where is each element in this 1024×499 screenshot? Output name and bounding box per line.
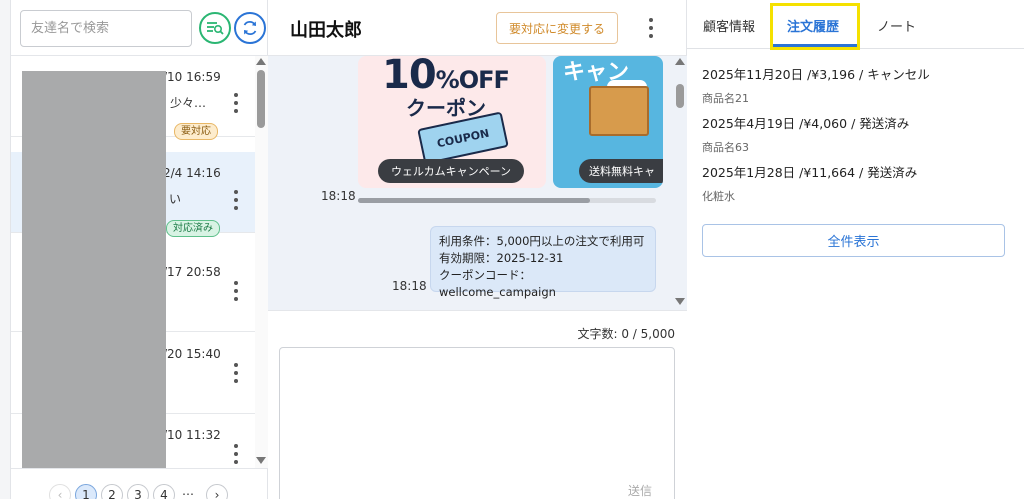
change-status-button[interactable]: 要対応に変更する: [496, 12, 618, 44]
refresh-button[interactable]: [234, 12, 266, 44]
status-badge: 要対応: [174, 123, 218, 140]
message-input[interactable]: [279, 347, 675, 499]
redacted-friend-names: [22, 71, 166, 468]
order-entry[interactable]: 2025年4月19日 /¥4,060 / 発送済み 商品名63: [702, 113, 909, 155]
order-entry[interactable]: 2025年1月28日 /¥11,664 / 発送済み 化粧水: [702, 162, 917, 204]
scroll-down-icon[interactable]: [675, 298, 685, 305]
tab-customer-info[interactable]: 顧客情報: [703, 16, 755, 35]
friend-list: /10 16:59 少々… 要対応 2/4 14:16 い 対応済み /17 2…: [11, 56, 255, 468]
order-summary: 2025年11月20日 /¥3,196 / キャンセル: [702, 67, 930, 82]
message-timestamp: 18:18: [392, 279, 427, 293]
character-count: 文字数: 0 / 5,000: [577, 327, 675, 341]
bubble-line: クーポンコード：wellcome_campaign: [439, 268, 556, 299]
pagination-page-2[interactable]: 2: [101, 484, 123, 499]
friend-menu-kebab-icon[interactable]: [231, 444, 241, 464]
order-item-name: 商品名21: [702, 92, 749, 105]
pagination-ellipsis: …: [182, 484, 194, 498]
chat-messages: 10%OFF クーポン COUPON ウェルカムキャンペーン キャン 送料無料キ…: [268, 56, 687, 310]
refresh-icon: [243, 21, 257, 35]
friend-last-time: 2/4 14:16: [163, 166, 221, 180]
carousel-scroll-thumb[interactable]: [358, 198, 590, 203]
pagination-page-3[interactable]: 3: [127, 484, 149, 499]
order-entry[interactable]: 2025年11月20日 /¥3,196 / キャンセル 商品名21: [702, 64, 930, 106]
bubble-line: 利用条件：5,000円以上の注文で利用可: [439, 234, 645, 248]
chat-header: 山田太郎 要対応に変更する: [268, 0, 687, 56]
detail-tabs: 顧客情報 注文履歴 ノート: [687, 0, 1024, 50]
carousel-card-label: 送料無料キャ: [579, 159, 663, 183]
pagination-page-1[interactable]: 1: [75, 484, 97, 499]
chat-scrollbar[interactable]: [673, 56, 687, 310]
chat-pane: 山田太郎 要対応に変更する 10%OFF クーポン COUPON ウェルカムキャ…: [268, 0, 687, 499]
friend-list-pane: /10 16:59 少々… 要対応 2/4 14:16 い 対応済み /17 2…: [10, 0, 268, 499]
friend-last-time: /20 15:40: [163, 347, 221, 361]
coupon-card-welcome[interactable]: 10%OFF クーポン COUPON ウェルカムキャンペーン: [358, 56, 546, 188]
pagination-prev-button[interactable]: ‹: [49, 484, 71, 499]
coupon-card-free-shipping[interactable]: キャン 送料無料キャ: [553, 56, 663, 188]
friend-search-input[interactable]: [20, 10, 192, 47]
order-summary: 2025年1月28日 /¥11,664 / 発送済み: [702, 165, 918, 180]
chat-menu-kebab-icon[interactable]: [646, 18, 656, 38]
scroll-thumb[interactable]: [257, 70, 265, 128]
message-timestamp: 18:18: [321, 189, 356, 203]
scroll-thumb[interactable]: [676, 84, 684, 108]
pagination-page-4[interactable]: 4: [153, 484, 175, 499]
send-button[interactable]: 送信: [628, 482, 652, 499]
friend-last-message: 少々…: [170, 96, 207, 110]
message-compose: 文字数: 0 / 5,000 送信: [268, 310, 687, 499]
customer-detail-pane: 顧客情報 注文履歴 ノート 2025年11月20日 /¥3,196 / キャンセ…: [687, 0, 1024, 499]
show-all-orders-button[interactable]: 全件表示: [702, 224, 1005, 257]
search-row: [11, 0, 268, 56]
scroll-up-icon[interactable]: [675, 58, 685, 65]
chat-friend-name: 山田太郎: [290, 20, 362, 41]
order-summary: 2025年4月19日 /¥4,060 / 発送済み: [702, 116, 910, 131]
message-bubble: 利用条件：5,000円以上の注文で利用可 有効期限：2025-12-31 クーポ…: [430, 226, 656, 299]
pagination: ‹ 1 2 3 4 … ›: [11, 468, 268, 499]
order-item-name: 化粧水: [702, 190, 735, 203]
friend-menu-kebab-icon[interactable]: [231, 363, 241, 383]
scroll-down-icon[interactable]: [256, 457, 266, 464]
friend-list-scrollbar[interactable]: [255, 56, 268, 468]
filter-search-icon: [207, 22, 224, 35]
pagination-next-button[interactable]: ›: [206, 484, 228, 499]
package-box-icon: [589, 86, 649, 136]
friend-last-time: /17 20:58: [163, 265, 221, 279]
carousel-card-label: ウェルカムキャンペーン: [378, 159, 524, 183]
filter-search-button[interactable]: [199, 12, 231, 44]
friend-menu-kebab-icon[interactable]: [231, 190, 241, 210]
friend-menu-kebab-icon[interactable]: [231, 93, 241, 113]
order-item-name: 商品名63: [702, 141, 749, 154]
friend-last-time: /10 16:59: [163, 70, 221, 84]
friend-last-message: い: [169, 192, 182, 206]
status-badge: 対応済み: [166, 220, 220, 237]
highlight-box: [770, 3, 860, 50]
bubble-line: 有効期限：2025-12-31: [439, 251, 564, 265]
scroll-up-icon[interactable]: [256, 58, 266, 65]
friend-last-time: /10 11:32: [163, 428, 221, 442]
friend-menu-kebab-icon[interactable]: [231, 281, 241, 301]
tab-notes[interactable]: ノート: [877, 16, 916, 35]
